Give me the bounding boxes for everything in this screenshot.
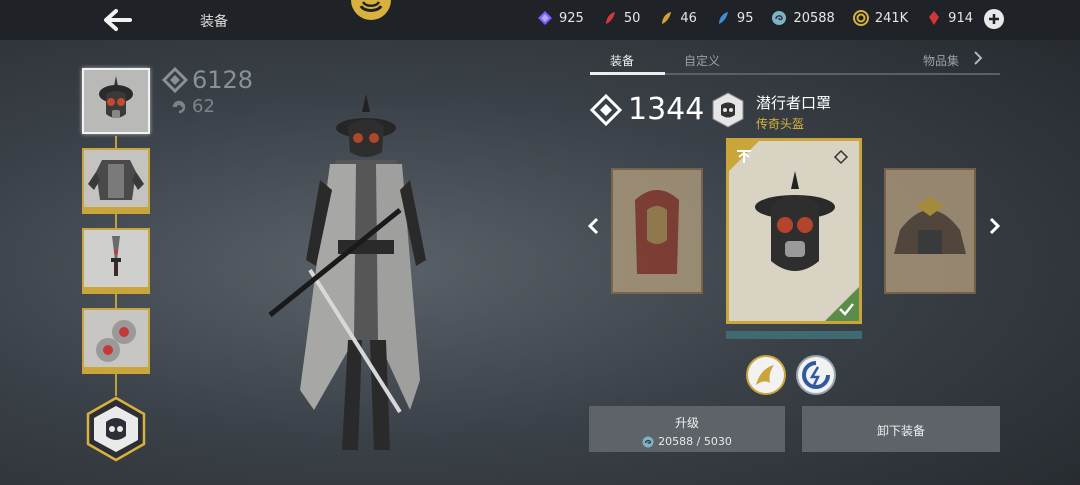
upgrade-cost: 20588 / 5030 — [589, 435, 785, 448]
item-rarity: 传奇头盔 — [756, 117, 805, 131]
tab-item-sets[interactable]: 物品集 — [923, 52, 959, 69]
back-arrow-icon[interactable] — [100, 6, 136, 34]
top-bar: 装备 925 50 46 95 20588 241K 914 — [0, 0, 1080, 40]
clan-emblem-icon — [351, 0, 391, 20]
shuriken-icon — [84, 310, 148, 372]
item-card-selected[interactable] — [726, 138, 862, 324]
storm-skill-icon[interactable] — [796, 355, 836, 395]
slot-weapon[interactable] — [82, 228, 150, 294]
currency-gold-coin[interactable]: 241K — [852, 10, 908, 26]
currency-blue-feather[interactable]: 95 — [715, 10, 753, 26]
tab-customize[interactable]: 自定义 — [684, 52, 720, 69]
currency-ruby[interactable]: 914 — [926, 10, 973, 26]
power-diamond-icon — [590, 93, 622, 126]
currency-purple-crystal[interactable]: 925 — [537, 10, 584, 26]
character-model — [268, 94, 426, 450]
upgrade-button[interactable]: 升级 20588 / 5030 — [589, 406, 785, 452]
currency-coin-swirl[interactable]: 20588 — [771, 10, 835, 26]
chevron-left-icon[interactable] — [586, 216, 600, 236]
class-badge-icon[interactable] — [84, 396, 148, 462]
gold-feather-icon — [662, 12, 672, 24]
hero-level: 62 — [171, 96, 215, 117]
armor-icon — [84, 150, 148, 212]
currency-red-feather[interactable]: 50 — [602, 10, 640, 26]
power-diamond-icon — [162, 67, 188, 93]
item-card-kabuto[interactable] — [884, 168, 976, 294]
tab-bar: 装备 自定义 物品集 — [590, 48, 1000, 76]
gasmask-helmet-icon — [729, 141, 859, 321]
tab-active-indicator — [590, 72, 665, 75]
slot-helmet[interactable] — [82, 68, 150, 134]
item-card-hood[interactable] — [611, 168, 703, 294]
chevron-right-icon[interactable] — [988, 216, 1002, 236]
card-highlight-bar — [726, 331, 862, 339]
shadow-skill-icon[interactable] — [746, 355, 786, 395]
hood-icon — [613, 170, 701, 292]
gold-coin-icon — [852, 10, 869, 26]
unequip-button[interactable]: 卸下装备 — [802, 406, 1000, 452]
gasmask-helmet-icon — [712, 92, 744, 128]
currency-bar: 925 50 46 95 20588 241K 914 — [537, 10, 991, 26]
blue-feather-icon — [718, 12, 728, 24]
currency-gold-feather[interactable]: 46 — [658, 10, 697, 26]
item-power: 1344 — [590, 92, 704, 127]
helmet-icon — [84, 70, 148, 132]
red-feather-icon — [605, 12, 615, 24]
coin-swirl-icon — [772, 11, 787, 25]
hero-power: 6128 — [162, 66, 253, 94]
add-currency-icon[interactable] — [983, 8, 1005, 30]
kabuto-helmet-icon — [886, 170, 974, 292]
ruby-icon — [929, 11, 940, 25]
item-name: 潜行者口罩 — [756, 94, 832, 112]
chevron-right-icon[interactable] — [972, 50, 984, 66]
page-title: 装备 — [200, 14, 228, 30]
slot-armor[interactable] — [82, 148, 150, 214]
coin-swirl-icon — [642, 436, 654, 447]
slot-ranged[interactable] — [82, 308, 150, 374]
tab-equipment[interactable]: 装备 — [610, 52, 634, 69]
unequip-label: 卸下装备 — [876, 424, 925, 438]
upgrade-label: 升级 — [674, 416, 699, 430]
purple-crystal-icon — [538, 11, 552, 25]
level-swirl-icon — [172, 100, 186, 113]
katana-icon — [84, 230, 148, 292]
